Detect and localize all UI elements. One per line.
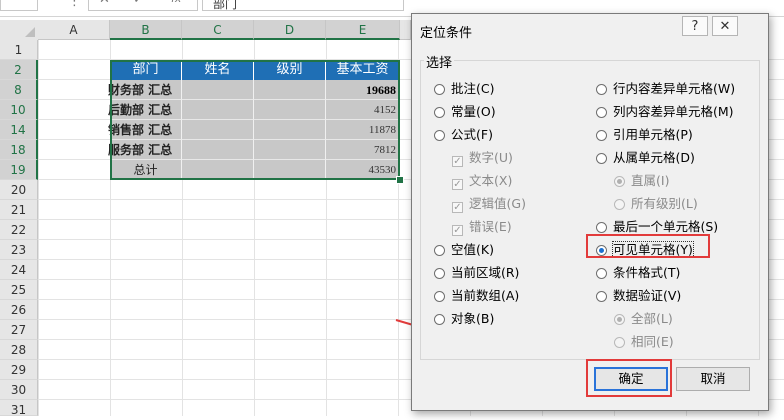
option-objects[interactable]: 对象(B) [434, 308, 494, 327]
option-precedents[interactable]: 引用单元格(P) [596, 124, 693, 143]
radio-icon [596, 130, 607, 141]
option-row-differences[interactable]: 行内容差异单元格(W) [596, 78, 735, 97]
radio-icon [434, 291, 445, 302]
option-label: 错误(E) [469, 219, 512, 234]
option-current-region[interactable]: 当前区域(R) [434, 262, 519, 281]
checkbox-icon: ✓ [452, 225, 463, 236]
checkbox-icon: ✓ [452, 202, 463, 213]
checkbox-icon: ✓ [452, 156, 463, 167]
go-to-special-dialog: 定位条件 ? ✕ 选择 批注(C) 常量(O) 公式(F) ✓ 数字(U) ✓ 文本… [411, 13, 769, 411]
option-label: 数据验证(V) [613, 288, 682, 303]
close-button[interactable]: ✕ [712, 16, 738, 36]
option-label: 逻辑值(G) [469, 196, 526, 211]
radio-icon [596, 222, 607, 233]
radio-icon [614, 337, 625, 348]
option-label: 引用单元格(P) [613, 127, 693, 142]
radio-icon [434, 130, 445, 141]
option-last-cell[interactable]: 最后一个单元格(S) [596, 216, 718, 235]
option-label: 数字(U) [469, 150, 513, 165]
dialog-title: 定位条件 [420, 26, 473, 41]
option-label: 公式(F) [451, 127, 493, 142]
option-label: 对象(B) [451, 311, 495, 326]
radio-icon [434, 268, 445, 279]
radio-icon [434, 314, 445, 325]
option-label: 批注(C) [451, 81, 495, 96]
help-button[interactable]: ? [682, 16, 708, 36]
option-conditional-formats[interactable]: 条件格式(T) [596, 262, 680, 281]
option-label: 当前数组(A) [451, 288, 520, 303]
option-label: 全部(L) [631, 311, 673, 326]
radio-icon [434, 245, 445, 256]
option-validation-all[interactable]: 全部(L) [614, 308, 673, 327]
radio-icon [434, 84, 445, 95]
option-constants[interactable]: 常量(O) [434, 101, 496, 120]
option-column-differences[interactable]: 列内容差异单元格(M) [596, 101, 734, 120]
help-icon: ? [691, 19, 699, 34]
option-label: 常量(O) [451, 104, 496, 119]
radio-icon [596, 291, 607, 302]
radio-icon [434, 107, 445, 118]
radio-icon [596, 153, 607, 164]
radio-icon [614, 176, 625, 187]
option-label: 最后一个单元格(S) [613, 219, 719, 234]
highlight-ok-button [586, 359, 672, 397]
option-dependents[interactable]: 从属单元格(D) [596, 147, 695, 166]
option-validation-same[interactable]: 相同(E) [614, 331, 674, 350]
option-label: 文本(X) [469, 173, 513, 188]
option-label: 空值(K) [451, 242, 494, 257]
radio-icon [596, 268, 607, 279]
radio-icon [614, 199, 625, 210]
radio-icon [596, 84, 607, 95]
option-blanks[interactable]: 空值(K) [434, 239, 494, 258]
highlight-visible-cells [586, 234, 710, 258]
option-text[interactable]: ✓ 文本(X) [452, 170, 512, 190]
option-label: 直属(I) [631, 173, 670, 188]
option-label: 列内容差异单元格(M) [613, 104, 734, 119]
option-logicals[interactable]: ✓ 逻辑值(G) [452, 193, 526, 213]
option-label: 条件格式(T) [613, 265, 681, 280]
cancel-button[interactable]: 取消 [676, 367, 750, 391]
select-group-label: 选择 [424, 52, 455, 71]
option-comments[interactable]: 批注(C) [434, 78, 494, 97]
option-label: 所有级别(L) [631, 196, 698, 211]
option-label: 当前区域(R) [451, 265, 520, 280]
option-all-levels[interactable]: 所有级别(L) [614, 193, 698, 212]
radio-icon [614, 314, 625, 325]
option-formulas[interactable]: 公式(F) [434, 124, 493, 143]
option-direct-only[interactable]: 直属(I) [614, 170, 669, 189]
option-label: 从属单元格(D) [613, 150, 695, 165]
option-current-array[interactable]: 当前数组(A) [434, 285, 519, 304]
option-numbers[interactable]: ✓ 数字(U) [452, 147, 513, 167]
radio-icon [596, 107, 607, 118]
option-label: 相同(E) [631, 334, 674, 349]
checkbox-icon: ✓ [452, 179, 463, 190]
option-data-validation[interactable]: 数据验证(V) [596, 285, 681, 304]
close-icon: ✕ [719, 19, 731, 34]
option-errors[interactable]: ✓ 错误(E) [452, 216, 512, 236]
option-label: 行内容差异单元格(W) [613, 81, 736, 96]
